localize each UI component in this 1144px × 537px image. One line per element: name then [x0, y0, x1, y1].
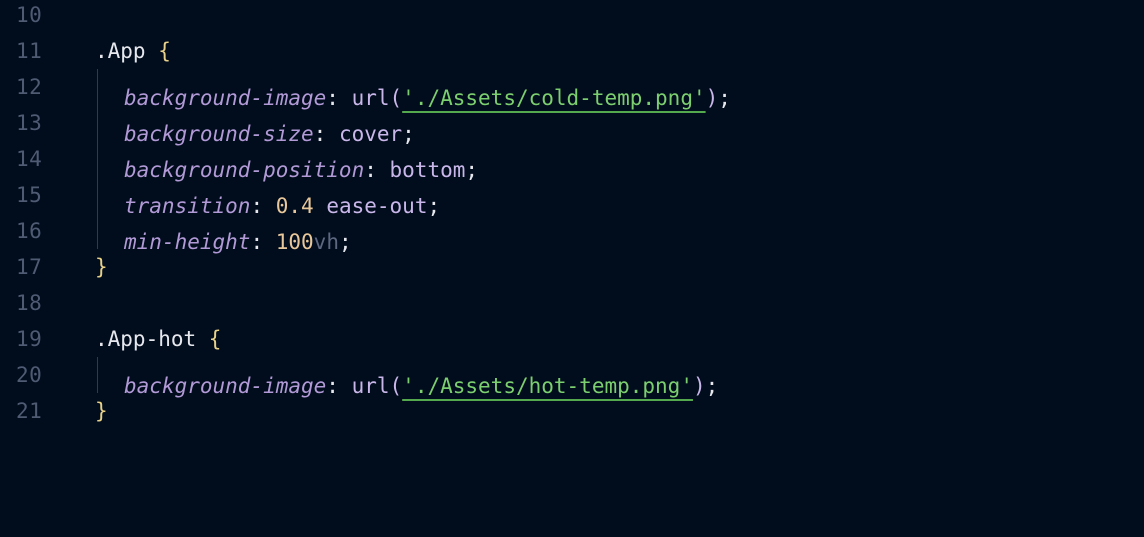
line-number: 15: [16, 183, 43, 207]
line-number: 16: [16, 219, 43, 243]
indent-guide: [95, 357, 124, 393]
code-line: 12 background-image: url('./Assets/cold-…: [0, 69, 1144, 110]
line-number: 13: [16, 111, 43, 135]
code-content: .App {: [95, 33, 171, 69]
code-content: }: [95, 393, 108, 429]
line-number: 11: [16, 39, 43, 63]
indent-guide: [95, 105, 124, 141]
line-number: 17: [16, 255, 43, 279]
close-brace: }: [95, 255, 108, 279]
code-line: 14 background-position: bottom;: [0, 141, 1144, 182]
css-selector: .App-hot: [95, 327, 197, 351]
indent-guide: [95, 141, 124, 177]
line-number: 12: [16, 75, 43, 99]
css-selector: .App: [95, 39, 146, 63]
indent-guide: [95, 213, 124, 249]
open-brace: {: [196, 327, 222, 351]
code-line: 21 }: [0, 393, 1144, 429]
line-number: 19: [16, 327, 43, 351]
code-line: 17 }: [0, 249, 1144, 285]
line-number: 20: [16, 363, 43, 387]
code-line: 13 background-size: cover;: [0, 105, 1144, 146]
code-line: 15 transition: 0.4 ease-out;: [0, 177, 1144, 218]
code-line: 16 min-height: 100vh;: [0, 213, 1144, 254]
code-line: 10: [0, 0, 1144, 33]
close-brace: }: [95, 399, 108, 423]
line-number: 10: [16, 3, 43, 27]
code-line: 18: [0, 285, 1144, 321]
open-brace: {: [145, 39, 171, 63]
code-line: 20 background-image: url('./Assets/hot-t…: [0, 357, 1144, 398]
code-content: .App-hot {: [95, 321, 221, 357]
indent-guide: [95, 69, 124, 105]
line-number: 18: [16, 291, 43, 315]
indent-guide: [95, 177, 124, 213]
line-number: 21: [16, 399, 43, 423]
code-line: 11 .App {: [0, 33, 1144, 69]
line-number: 14: [16, 147, 43, 171]
code-line: 19 .App-hot {: [0, 321, 1144, 357]
code-editor[interactable]: 10 11 .App { 12 background-image: url('.…: [0, 0, 1144, 432]
code-content: }: [95, 249, 108, 285]
